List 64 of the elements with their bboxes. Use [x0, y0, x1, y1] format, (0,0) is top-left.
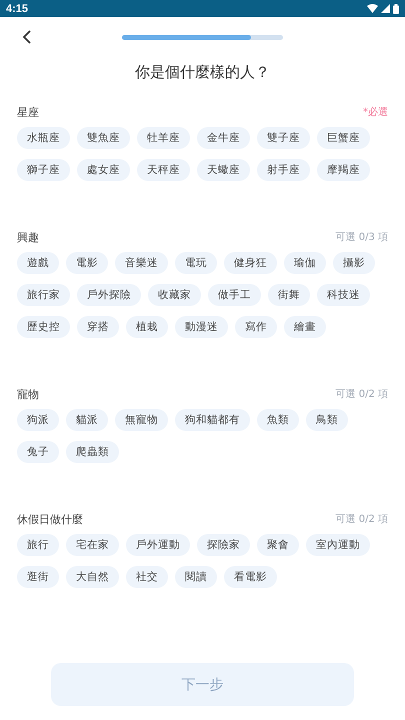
option-chip[interactable]: 動漫迷: [175, 316, 228, 338]
option-chip[interactable]: 旅行: [17, 534, 59, 556]
option-chip[interactable]: 爬蟲類: [66, 441, 119, 463]
section-title: 寵物: [17, 386, 39, 402]
option-chip[interactable]: 雙子座: [257, 127, 310, 149]
option-chip[interactable]: 歷史控: [17, 316, 70, 338]
option-chip[interactable]: 植栽: [126, 316, 168, 338]
option-chip[interactable]: 戶外運動: [126, 534, 190, 556]
option-chip[interactable]: 探險家: [197, 534, 250, 556]
option-chip[interactable]: 收藏家: [148, 284, 201, 306]
option-chip[interactable]: 牡羊座: [137, 127, 190, 149]
selection-note: 可選 0/2 項: [336, 513, 388, 526]
section-title: 星座: [17, 104, 39, 120]
back-icon: [22, 30, 32, 44]
option-chip[interactable]: 街舞: [268, 284, 310, 306]
option-chip[interactable]: 瑜伽: [284, 252, 326, 274]
option-chip[interactable]: 做手工: [208, 284, 261, 306]
option-chip[interactable]: 科技迷: [317, 284, 370, 306]
signal-icon: [381, 4, 390, 13]
option-chip[interactable]: 處女座: [77, 159, 130, 181]
battery-icon: [393, 4, 399, 14]
option-chip[interactable]: 繪畫: [284, 316, 326, 338]
option-chip[interactable]: 攝影: [333, 252, 375, 274]
option-chip[interactable]: 鳥類: [306, 409, 348, 431]
option-chip[interactable]: 貓派: [66, 409, 108, 431]
option-chip[interactable]: 無寵物: [115, 409, 168, 431]
section-title: 興趣: [17, 230, 39, 244]
option-chip[interactable]: 射手座: [257, 159, 310, 181]
option-chip[interactable]: 逛街: [17, 566, 59, 588]
option-chip[interactable]: 社交: [126, 566, 168, 588]
option-chip[interactable]: 狗派: [17, 409, 59, 431]
option-chip[interactable]: 看電影: [224, 566, 277, 588]
option-chip[interactable]: 聚會: [257, 534, 299, 556]
option-chip[interactable]: 兔子: [17, 441, 59, 463]
option-chip[interactable]: 穿搭: [77, 316, 119, 338]
option-chip[interactable]: 閱讀: [175, 566, 217, 588]
option-chip[interactable]: 天秤座: [137, 159, 190, 181]
option-chip[interactable]: 雙魚座: [77, 127, 130, 149]
option-chip[interactable]: 水瓶座: [17, 127, 70, 149]
selection-note: 可選 0/3 項: [336, 231, 388, 244]
option-chip[interactable]: 電玩: [175, 252, 217, 274]
option-chip[interactable]: 天蠍座: [197, 159, 250, 181]
option-chip[interactable]: 室內運動: [306, 534, 370, 556]
selection-note: 可選 0/2 項: [336, 388, 388, 401]
option-chip[interactable]: 金牛座: [197, 127, 250, 149]
option-chip[interactable]: 健身狂: [224, 252, 277, 274]
selection-note: *必選: [363, 106, 388, 119]
option-chip[interactable]: 電影: [66, 252, 108, 274]
status-time: 4:15: [6, 2, 28, 14]
wifi-icon: [367, 4, 378, 13]
option-chip[interactable]: 巨蟹座: [317, 127, 370, 149]
option-chip[interactable]: 遊戲: [17, 252, 59, 274]
option-chip[interactable]: 獅子座: [17, 159, 70, 181]
option-chip[interactable]: 旅行家: [17, 284, 70, 306]
option-chip[interactable]: 戶外探險: [77, 284, 141, 306]
page-title: 你是個什麼樣的人？: [134, 63, 271, 83]
option-chip[interactable]: 狗和貓都有: [175, 409, 250, 431]
option-chip[interactable]: 寫作: [235, 316, 277, 338]
option-chip[interactable]: 魚類: [257, 409, 299, 431]
option-chip[interactable]: 宅在家: [66, 534, 119, 556]
option-chip[interactable]: 音樂迷: [115, 252, 168, 274]
option-chip[interactable]: 摩羯座: [317, 159, 370, 181]
section-title: 休假日做什麼: [17, 512, 83, 526]
option-chip[interactable]: 大自然: [66, 566, 119, 588]
